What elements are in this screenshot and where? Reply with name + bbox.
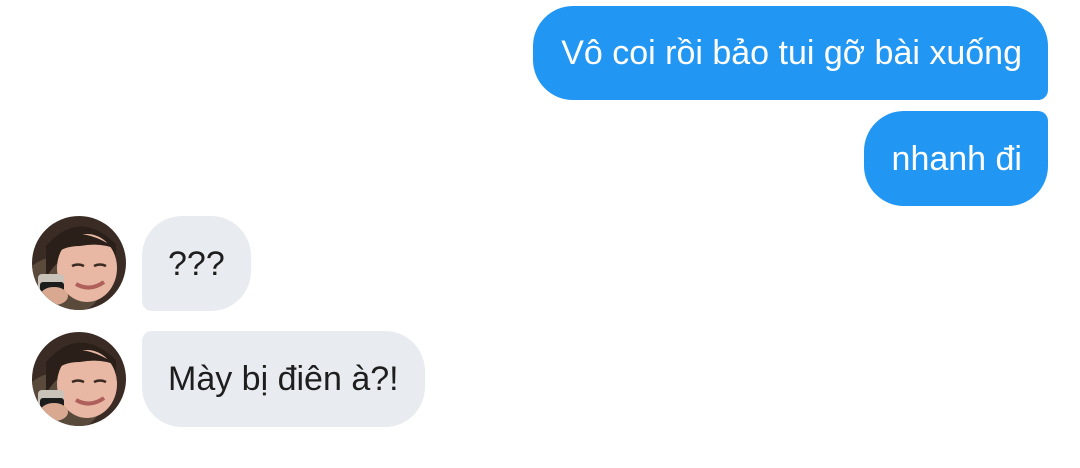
message-text: ???	[168, 244, 225, 283]
message-text: Vô coi rồi bảo tui gỡ bài xuống	[561, 34, 1022, 72]
message-text: nhanh đi	[891, 139, 1022, 178]
outgoing-message-bubble[interactable]: nhanh đi	[863, 111, 1048, 206]
incoming-message-bubble[interactable]: Mày bị điên à?!	[142, 331, 425, 427]
contact-avatar[interactable]	[32, 216, 126, 310]
contact-photo-icon	[32, 216, 126, 310]
message-text: Mày bị điên à?!	[168, 360, 399, 398]
outgoing-message-bubble[interactable]: Vô coi rồi bảo tui gỡ bài xuống	[533, 6, 1048, 100]
incoming-message-bubble[interactable]: ???	[142, 216, 251, 311]
contact-avatar[interactable]	[32, 332, 126, 426]
contact-photo-icon	[32, 332, 126, 426]
